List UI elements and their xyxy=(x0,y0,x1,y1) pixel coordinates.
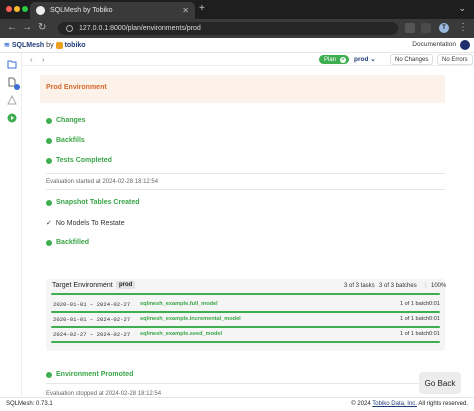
side-rail xyxy=(0,53,22,397)
copyright: © 2024 Tobiko Data, Inc. All rights rese… xyxy=(351,401,468,407)
maximize-window-button[interactable] xyxy=(22,6,28,12)
favicon-icon xyxy=(36,6,45,15)
play-icon[interactable] xyxy=(7,113,17,123)
step-backfills[interactable]: Backfills xyxy=(46,137,85,144)
version-label: SQLMesh: 0.73.1 xyxy=(6,401,53,407)
go-back-button[interactable]: Go Back xyxy=(419,372,461,394)
check-icon: ✓ xyxy=(46,220,52,227)
sqlmesh-mark-icon: ≋ xyxy=(4,42,10,49)
bookmark-icon[interactable] xyxy=(421,23,431,33)
no-changes-status[interactable]: No Changes xyxy=(390,54,434,65)
forward-button[interactable]: → xyxy=(22,22,32,34)
status-dot-icon xyxy=(46,199,52,206)
menu-icon[interactable] xyxy=(460,40,470,50)
tobiko-logo-icon xyxy=(55,41,63,49)
step-changes[interactable]: Changes xyxy=(46,117,86,124)
model-progress-bar xyxy=(51,326,440,328)
step-no-restate: ✓ No Models To Restate xyxy=(46,219,125,228)
divider xyxy=(46,189,445,190)
step-promoted[interactable]: Environment Promoted xyxy=(46,371,133,378)
target-env-badge: prod xyxy=(116,281,136,289)
chevron-right-icon[interactable]: › xyxy=(42,55,45,64)
close-icon[interactable]: ✕ xyxy=(340,56,347,63)
address-bar[interactable]: 127.0.0.1:8000/plan/environments/prod xyxy=(58,22,398,35)
step-backfilled[interactable]: Backfilled xyxy=(46,239,89,246)
browser-tabbar: SQLMesh by Tobiko ✕ + ⌄ xyxy=(0,0,474,19)
divider xyxy=(46,383,445,384)
browser-toolbar: ← → ↻ 127.0.0.1:8000/plan/environments/p… xyxy=(0,19,474,38)
footer: SQLMesh: 0.73.1 © 2024 Tobiko Data, Inc.… xyxy=(0,397,474,411)
status-dot-icon xyxy=(46,371,52,378)
chevron-left-icon[interactable]: ‹ xyxy=(30,55,33,64)
browser-tab[interactable]: SQLMesh by Tobiko ✕ xyxy=(30,2,195,19)
reload-button[interactable]: ↻ xyxy=(38,22,46,34)
target-title: Target Environment xyxy=(52,282,113,289)
environment-banner: Prod Environment xyxy=(40,75,445,103)
extension-icon[interactable] xyxy=(405,23,415,33)
minimize-window-button[interactable] xyxy=(14,6,20,12)
step-tests[interactable]: Tests Completed xyxy=(46,157,112,164)
site-info-icon[interactable] xyxy=(66,25,73,32)
progress-percent: 100% xyxy=(431,283,447,289)
back-button[interactable]: ← xyxy=(7,22,17,34)
no-errors-status[interactable]: No Errors xyxy=(437,54,473,65)
divider xyxy=(46,173,445,174)
app-header: ≋ SQLMesh by tobiko Documentation xyxy=(0,38,474,53)
plan-content: Prod Environment Changes Backfills Tests… xyxy=(40,69,447,389)
tab-search-icon[interactable]: ⌄ xyxy=(458,3,466,14)
model-row: 2020-01-01 – 2024-02-27 sqlmesh_example.… xyxy=(53,301,440,308)
model-row: 2020-01-01 – 2024-02-27 sqlmesh_example.… xyxy=(53,316,440,323)
model-row: 2024-02-27 – 2024-02-27 sqlmesh_example.… xyxy=(53,331,440,338)
environment-select[interactable]: prod ⌄ xyxy=(354,55,376,63)
close-window-button[interactable] xyxy=(6,6,12,12)
url-text: 127.0.0.1:8000/plan/environments/prod xyxy=(79,25,201,32)
status-dot-icon xyxy=(46,239,52,246)
new-tab-button[interactable]: + xyxy=(199,3,205,14)
evaluation-started: Evaluation started at 2024-02-28 18:12:5… xyxy=(46,179,159,185)
folder-icon[interactable] xyxy=(7,59,17,69)
batches-count: 3 of 3 batches xyxy=(379,283,417,289)
plan-toolbar: ‹ › Plan ✕ prod ⌄ No Changes No Errors xyxy=(22,53,474,66)
model-progress-bar xyxy=(51,311,440,313)
sqlmesh-app: ≋ SQLMesh by tobiko Documentation ‹ › Pl… xyxy=(0,38,474,411)
browser-menu-icon[interactable]: ⋮ xyxy=(458,22,468,34)
tasks-count: 3 of 3 tasks xyxy=(344,283,375,289)
step-snapshot[interactable]: Snapshot Tables Created xyxy=(46,199,140,206)
documentation-link[interactable]: Documentation xyxy=(412,41,456,48)
sqlmesh-logo[interactable]: ≋ SQLMesh by tobiko xyxy=(4,41,86,49)
plan-button[interactable]: Plan ✕ xyxy=(319,55,349,64)
company-link[interactable]: Tobiko Data, Inc. xyxy=(372,401,417,407)
status-dot-icon xyxy=(46,117,52,124)
target-environment-panel: Target Environment prod 3 of 3 tasks | 3… xyxy=(46,279,447,351)
badge-count xyxy=(14,84,20,90)
warning-icon[interactable] xyxy=(7,95,17,105)
tab-title: SQLMesh by Tobiko xyxy=(50,7,113,14)
close-tab-icon[interactable]: ✕ xyxy=(182,6,189,15)
overall-progress-bar xyxy=(51,293,440,295)
profile-avatar[interactable]: T xyxy=(439,23,449,33)
model-progress-bar xyxy=(51,341,440,343)
status-dot-icon xyxy=(46,157,52,164)
status-dot-icon xyxy=(46,137,52,144)
